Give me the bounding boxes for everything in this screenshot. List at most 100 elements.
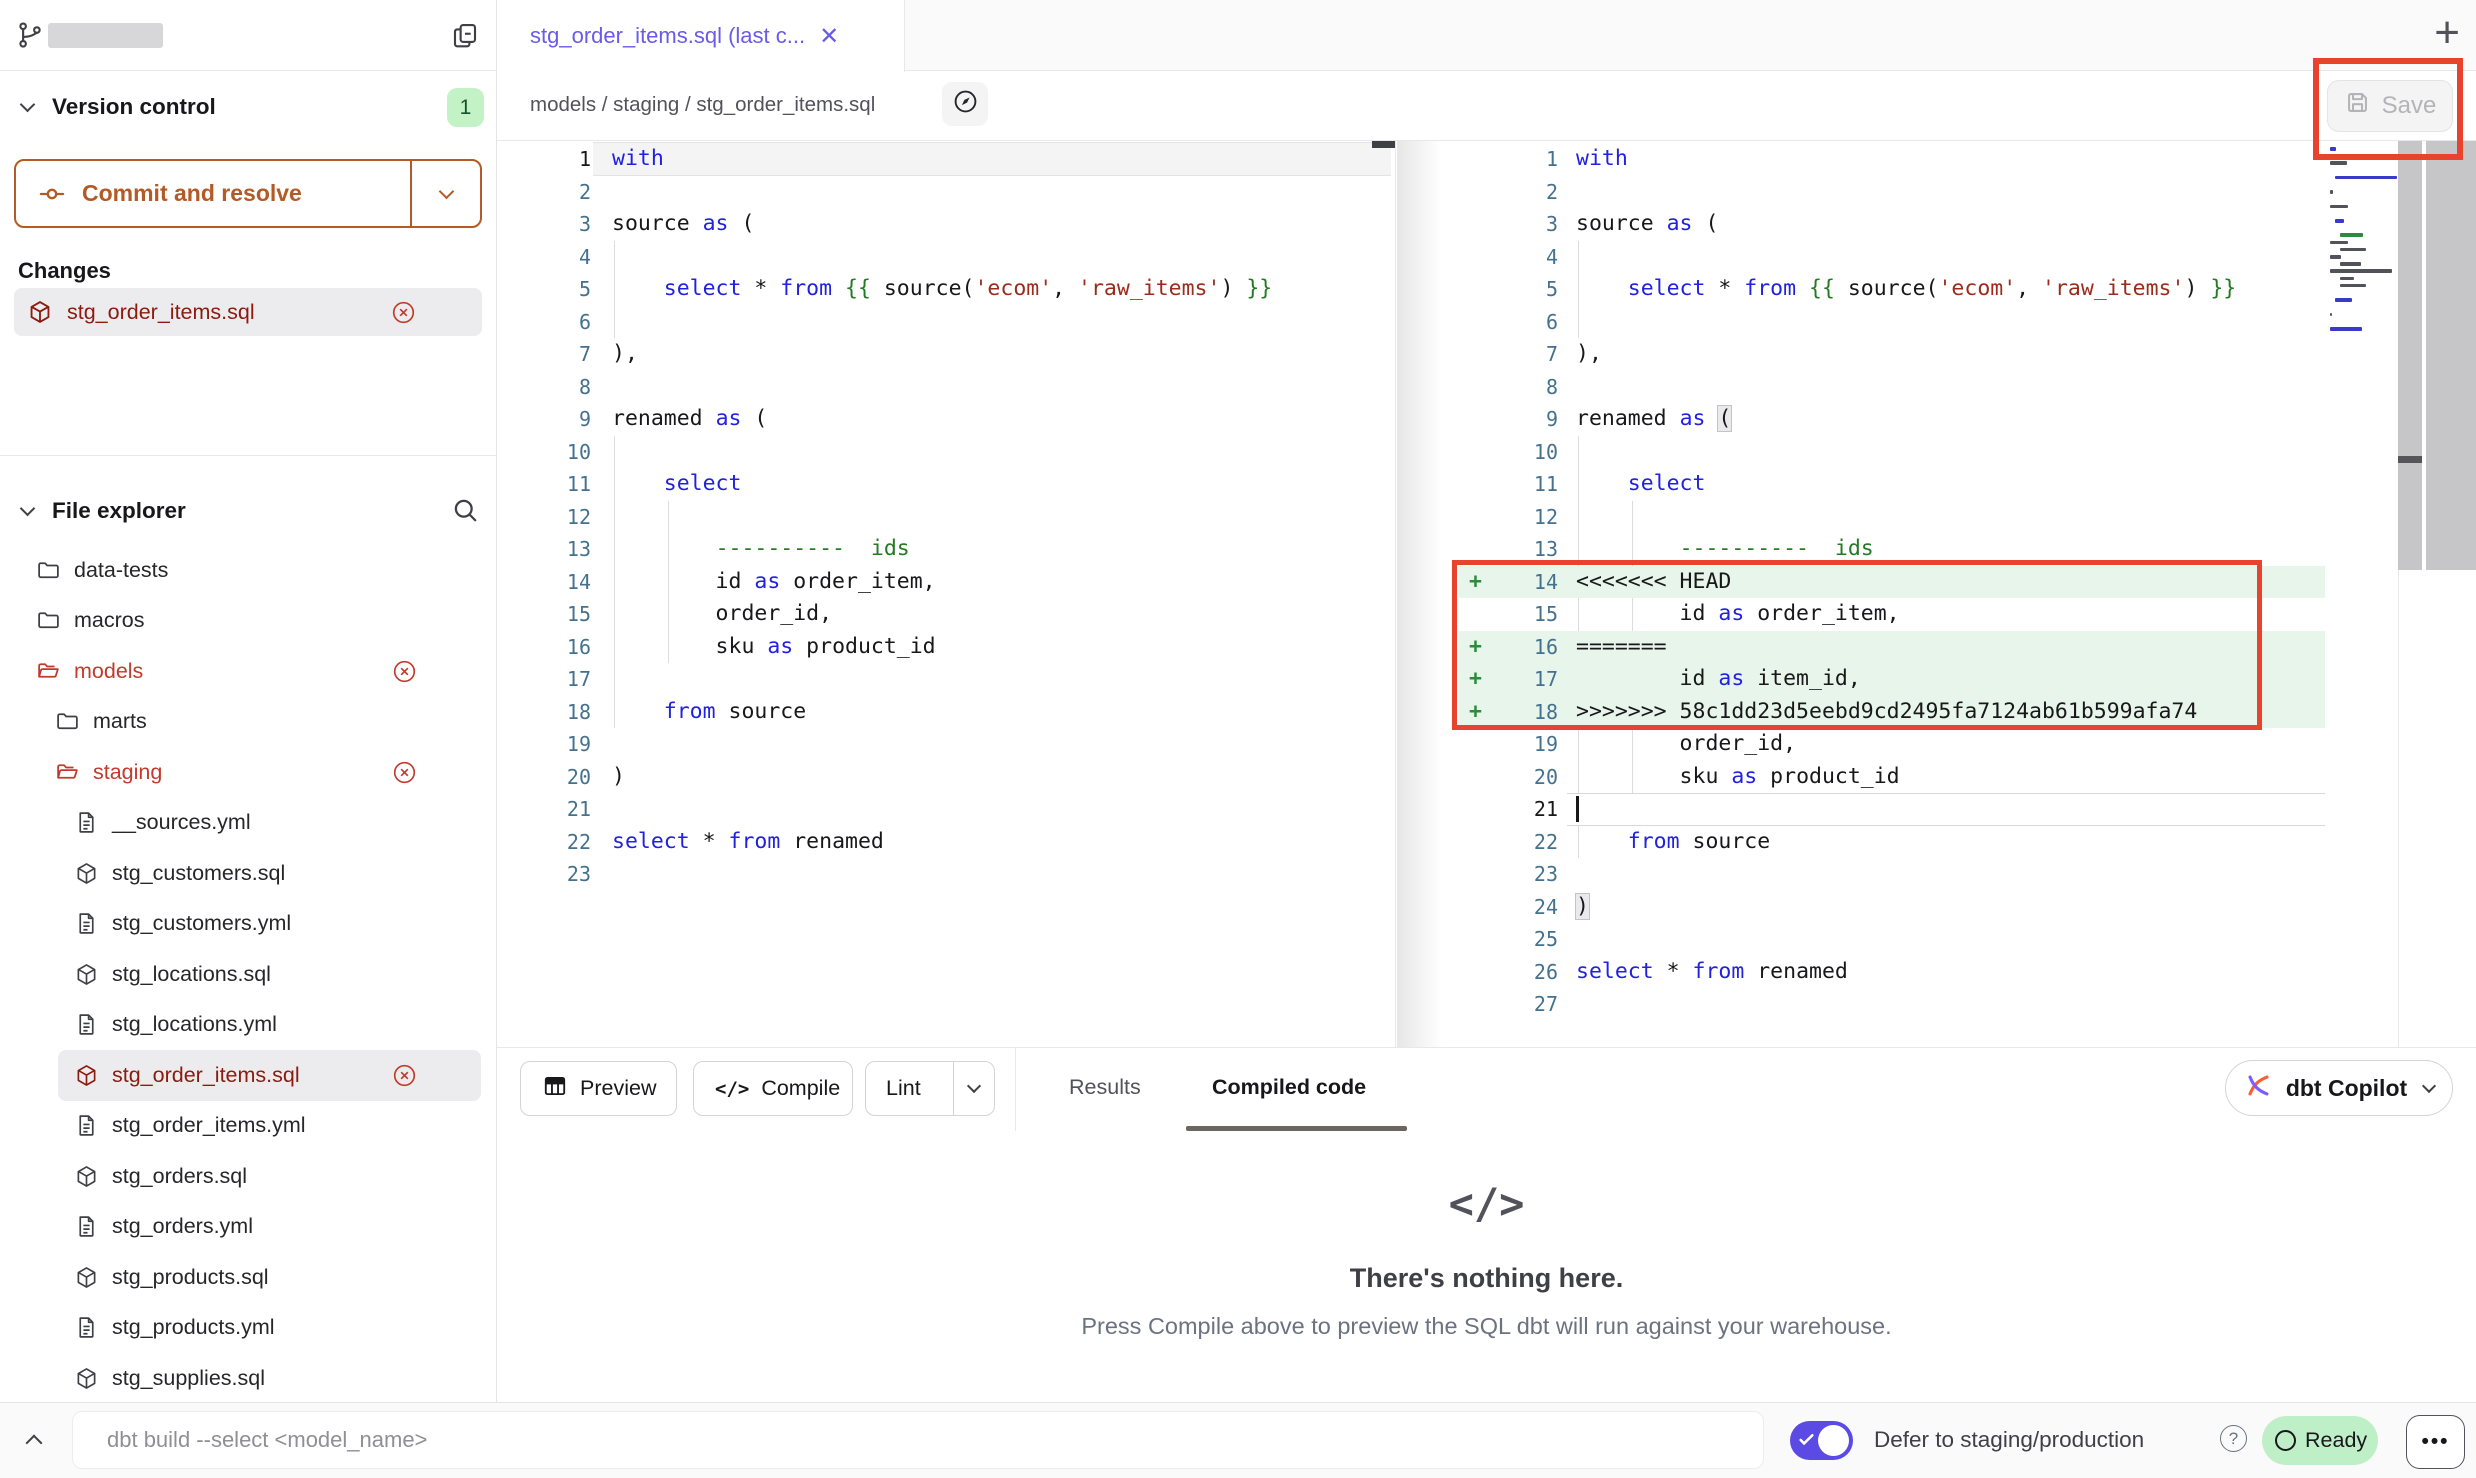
code-line[interactable]: 2 — [497, 176, 1395, 209]
commit-and-resolve-button[interactable]: Commit and resolve — [14, 159, 482, 228]
changed-file-row[interactable]: stg_order_items.sql — [14, 288, 482, 336]
code-line[interactable]: 8 — [1459, 371, 2398, 404]
code-line[interactable]: 10 — [1459, 436, 2398, 469]
editor-scrollbar[interactable] — [2398, 141, 2422, 570]
code-line[interactable]: +16======= — [1459, 631, 2398, 664]
file-item-stg_locations.sql[interactable]: stg_locations.sql — [0, 949, 496, 1000]
code-line[interactable]: 12 — [1459, 501, 2398, 534]
code-line[interactable]: 5 select * from {{ source('ecom', 'raw_i… — [497, 273, 1395, 306]
file-item-stg_products.sql[interactable]: stg_products.sql — [0, 1252, 496, 1303]
file-item-stg_order_items.yml[interactable]: stg_order_items.yml — [0, 1101, 496, 1152]
file-item-staging[interactable]: staging — [0, 747, 496, 798]
code-line[interactable]: 15 id as order_item, — [1459, 598, 2398, 631]
file-item-stg_customers.sql[interactable]: stg_customers.sql — [0, 848, 496, 899]
status-ready-badge[interactable]: Ready — [2262, 1416, 2378, 1465]
save-button[interactable]: Save — [2327, 80, 2453, 132]
breadcrumb[interactable]: models / staging / stg_order_items.sql — [530, 93, 875, 117]
code-line[interactable]: 9renamed as ( — [1459, 403, 2398, 436]
code-line[interactable]: 4 — [1459, 241, 2398, 274]
command-input[interactable]: dbt build --select <model_name> — [72, 1411, 1764, 1469]
discard-changes-icon[interactable] — [391, 300, 416, 325]
discard-changes-icon[interactable] — [392, 659, 417, 684]
code-line[interactable]: 6 — [497, 306, 1395, 339]
file-item-stg_order_items.sql[interactable]: stg_order_items.sql — [58, 1050, 481, 1101]
code-line[interactable]: 16 sku as product_id — [497, 631, 1395, 664]
file-item-marts[interactable]: marts — [0, 697, 496, 748]
editor-minimap[interactable] — [2330, 147, 2392, 407]
file-item-__sources.yml[interactable]: __sources.yml — [0, 798, 496, 849]
editor-pane-modified[interactable]: 1with23source as (45 select * from {{ so… — [1459, 141, 2398, 1047]
code-line[interactable]: 7), — [1459, 338, 2398, 371]
file-item-stg_supplies.sql[interactable]: stg_supplies.sql — [0, 1353, 496, 1402]
file-item-stg_locations.yml[interactable]: stg_locations.yml — [0, 1000, 496, 1051]
code-line[interactable]: 23 — [1459, 858, 2398, 891]
file-item-data-tests[interactable]: data-tests — [0, 545, 496, 596]
file-item-stg_products.yml[interactable]: stg_products.yml — [0, 1303, 496, 1354]
code-line[interactable]: +17 id as item_id, — [1459, 663, 2398, 696]
file-item-macros[interactable]: macros — [0, 596, 496, 647]
search-icon[interactable] — [450, 495, 480, 525]
copy-icon[interactable] — [450, 20, 480, 50]
code-line[interactable]: 22select * from renamed — [497, 826, 1395, 859]
code-line[interactable]: 11 select — [497, 468, 1395, 501]
code-line[interactable]: 3source as ( — [1459, 208, 2398, 241]
preview-button[interactable]: Preview — [520, 1061, 677, 1116]
file-item-models[interactable]: models — [0, 646, 496, 697]
code-line[interactable]: 21 — [1459, 793, 2398, 826]
code-line[interactable]: 20) — [497, 761, 1395, 794]
lineage-compass-button[interactable] — [942, 82, 988, 126]
tab-compiled-code[interactable]: Compiled code — [1212, 1075, 1366, 1100]
scrollbar-thumb[interactable] — [1372, 141, 1395, 148]
code-line[interactable]: 4 — [497, 241, 1395, 274]
overview-scrollbar[interactable] — [2422, 141, 2476, 570]
more-options-button[interactable]: ••• — [2406, 1415, 2465, 1469]
lint-button[interactable]: Lint — [865, 1061, 995, 1116]
tab-results[interactable]: Results — [1069, 1075, 1141, 1100]
code-line[interactable]: 12 — [497, 501, 1395, 534]
code-line[interactable]: 22 from source — [1459, 826, 2398, 859]
compile-button[interactable]: </> Compile — [693, 1061, 853, 1116]
code-line[interactable]: 20 sku as product_id — [1459, 761, 2398, 794]
help-icon[interactable]: ? — [2220, 1425, 2247, 1452]
code-line[interactable]: 23 — [497, 858, 1395, 891]
code-line[interactable]: 1with — [497, 143, 1395, 176]
close-icon[interactable]: ✕ — [819, 22, 839, 51]
code-line[interactable]: 1with — [1459, 143, 2398, 176]
new-tab-button[interactable]: + — [2434, 8, 2460, 58]
code-line[interactable]: 13 ---------- ids — [1459, 533, 2398, 566]
code-line[interactable]: 10 — [497, 436, 1395, 469]
chevron-up-icon[interactable] — [26, 1435, 43, 1452]
code-line[interactable]: 24) — [1459, 891, 2398, 924]
code-line[interactable]: 5 select * from {{ source('ecom', 'raw_i… — [1459, 273, 2398, 306]
code-line[interactable]: 6 — [1459, 306, 2398, 339]
file-item-stg_orders.sql[interactable]: stg_orders.sql — [0, 1151, 496, 1202]
discard-changes-icon[interactable] — [392, 1063, 417, 1088]
defer-toggle[interactable] — [1790, 1421, 1853, 1460]
code-line[interactable]: 18 from source — [497, 696, 1395, 729]
code-line[interactable]: 17 — [497, 663, 1395, 696]
code-line[interactable]: 7), — [497, 338, 1395, 371]
commit-dropdown-button[interactable] — [410, 161, 480, 226]
code-line[interactable]: +18>>>>>>> 58c1dd23d5eebd9cd2495fa7124ab… — [1459, 696, 2398, 729]
tab-stg-order-items[interactable]: stg_order_items.sql (last c... ✕ — [497, 0, 905, 72]
file-item-stg_customers.yml[interactable]: stg_customers.yml — [0, 899, 496, 950]
file-item-stg_orders.yml[interactable]: stg_orders.yml — [0, 1202, 496, 1253]
code-line[interactable]: 15 order_id, — [497, 598, 1395, 631]
code-line[interactable]: 25 — [1459, 923, 2398, 956]
code-line[interactable]: 11 select — [1459, 468, 2398, 501]
code-line[interactable]: 13 ---------- ids — [497, 533, 1395, 566]
file-explorer-header[interactable]: File explorer — [0, 492, 496, 534]
code-line[interactable]: 21 — [497, 793, 1395, 826]
code-line[interactable]: 26select * from renamed — [1459, 956, 2398, 989]
code-line[interactable]: 3source as ( — [497, 208, 1395, 241]
code-line[interactable]: 9renamed as ( — [497, 403, 1395, 436]
code-line[interactable]: 19 order_id, — [1459, 728, 2398, 761]
code-line[interactable]: 19 — [497, 728, 1395, 761]
code-line[interactable]: 2 — [1459, 176, 2398, 209]
discard-changes-icon[interactable] — [392, 760, 417, 785]
code-line[interactable]: 8 — [497, 371, 1395, 404]
dbt-copilot-button[interactable]: dbt Copilot — [2225, 1060, 2453, 1116]
version-control-header[interactable]: Version control 1 — [0, 88, 496, 130]
lint-dropdown-button[interactable] — [953, 1062, 994, 1115]
code-line[interactable]: 14 id as order_item, — [497, 566, 1395, 599]
